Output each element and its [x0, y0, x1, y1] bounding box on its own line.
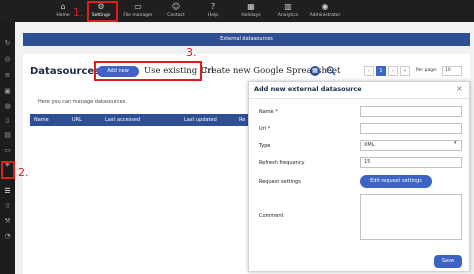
- nav-item-contact[interactable]: ☺ Contact: [159, 0, 193, 22]
- chart-icon[interactable]: ▤: [3, 131, 12, 140]
- request-settings-label: Request settings: [259, 179, 301, 185]
- analytics-icon: ▥: [284, 2, 292, 11]
- clock-icon[interactable]: ◔: [3, 232, 12, 241]
- folder-icon[interactable]: ▭: [3, 146, 12, 155]
- nav-item-label: Holidays: [241, 13, 261, 18]
- nav-item-help[interactable]: ? Help: [196, 0, 230, 22]
- annotation-box-add-buttons: [94, 61, 202, 81]
- annotation-box-settings: [87, 1, 118, 22]
- download-icon[interactable]: ⇩: [3, 117, 12, 126]
- per-page-label: Per page:: [416, 68, 438, 73]
- column-header-last-updated[interactable]: Last updated: [184, 114, 217, 126]
- nav-item-file-manager[interactable]: ▭ File manager: [121, 0, 155, 22]
- datasources-table-header: Name URL Last accessed Last updated Re: [30, 114, 255, 126]
- pager-current-page[interactable]: 1: [376, 66, 386, 76]
- nav-item-administrator[interactable]: ◉ Administrator: [308, 0, 342, 22]
- share-icon[interactable]: ⇧: [3, 202, 12, 211]
- comment-textarea[interactable]: [360, 194, 462, 240]
- annotation-step-3: 3.: [186, 46, 197, 59]
- help-icon: ?: [210, 2, 216, 11]
- image-icon[interactable]: ▣: [3, 87, 12, 96]
- dialog-title: Add new external datasource: [254, 85, 362, 93]
- datasources-intro: Here you can manage datasources.: [38, 99, 127, 105]
- folder-icon: ▭: [134, 2, 142, 11]
- close-icon[interactable]: ×: [456, 84, 463, 93]
- user-icon: ◉: [321, 2, 329, 11]
- search-icon[interactable]: [326, 66, 336, 76]
- save-button[interactable]: Save: [434, 255, 462, 268]
- contact-icon: ☺: [171, 2, 181, 11]
- nav-item-analytics[interactable]: ▥ Analytics: [271, 0, 305, 22]
- page-banner: External datasources: [23, 33, 470, 46]
- dialog-divider: [249, 98, 469, 99]
- nav-item-label: Administrator: [309, 13, 341, 18]
- user-icon[interactable]: ◍: [3, 102, 12, 111]
- nav-item-label: File manager: [123, 13, 153, 18]
- nav-item-label: Analytics: [277, 13, 299, 18]
- left-sidebar: ↻ ◎ ≡ ▣ ◍ ⇩ ▤ ▭ ◈ ☰ ⇧ ⚒ ◔: [0, 22, 15, 274]
- annotation-box-sidebar: [1, 161, 15, 179]
- type-label: Type: [259, 143, 271, 149]
- column-header-name[interactable]: Name: [34, 114, 49, 126]
- annotation-step-2: 2.: [18, 166, 29, 179]
- per-page-select[interactable]: 10: [442, 66, 462, 76]
- type-select[interactable]: XML: [360, 140, 462, 151]
- pager-previous-button[interactable]: ‹: [364, 66, 374, 76]
- annotation-step-1: 1.: [73, 6, 84, 19]
- page-title: Datasources: [30, 66, 101, 77]
- url-input[interactable]: [360, 123, 462, 134]
- globe-icon[interactable]: ◎: [3, 55, 12, 64]
- nav-item-label: Help: [207, 13, 219, 18]
- list-icon[interactable]: ≡: [3, 71, 12, 80]
- nav-item-holidays[interactable]: ▦ Holidays: [234, 0, 268, 22]
- top-navigation-bar: ⌂ Home ⚙ Settings ▭ File manager ☺ Conta…: [0, 0, 474, 22]
- nav-item-label: Contact: [167, 13, 185, 18]
- refresh-frequency-input[interactable]: 15: [360, 157, 462, 168]
- comment-label: Comment: [259, 213, 284, 219]
- pager-last-button[interactable]: »: [400, 66, 410, 76]
- column-header-truncated[interactable]: Re: [239, 114, 245, 126]
- name-label: Name *: [259, 109, 278, 115]
- datasource-icon[interactable]: ☰: [3, 187, 12, 196]
- refresh-icon[interactable]: ↻: [3, 39, 12, 48]
- chevron-down-icon: ▾: [454, 140, 457, 146]
- url-label: Url *: [259, 126, 271, 132]
- pager-next-button[interactable]: ›: [388, 66, 398, 76]
- edit-request-settings-button[interactable]: Edit request settings: [360, 175, 432, 188]
- name-input[interactable]: [360, 106, 462, 117]
- column-header-last-accessed[interactable]: Last accessed: [105, 114, 140, 126]
- column-header-url[interactable]: URL: [72, 114, 82, 126]
- calendar-icon: ▦: [247, 2, 255, 11]
- tool-icon[interactable]: ⚒: [3, 217, 12, 226]
- refresh-frequency-label: Refresh frequency: [259, 160, 305, 166]
- spreadsheet-icon[interactable]: ▦: [310, 66, 320, 76]
